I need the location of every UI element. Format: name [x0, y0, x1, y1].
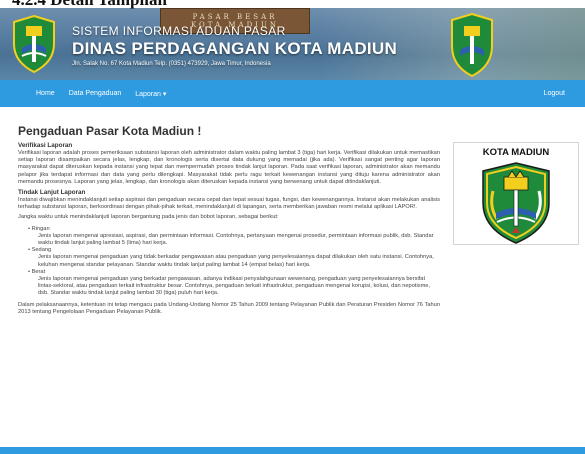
agency-title: DINAS PERDAGANGAN KOTA MADIUN [72, 39, 398, 58]
city-emblem-card: KOTA MADIUN [453, 142, 579, 245]
level-description: Jenis laporan mengenai pengaduan yang be… [38, 276, 431, 297]
level-name: Sedang [28, 247, 440, 254]
nav-laporan-dropdown[interactable]: Laporan ▾ [128, 90, 173, 98]
level-name: Ringan [28, 226, 440, 233]
tindak-lanjut-heading: Tindak Lanjut Laporan [18, 189, 86, 197]
kota-madiun-emblem-icon [482, 162, 550, 244]
list-item: Sedang Jenis laporan mengenai pengaduan … [28, 247, 440, 269]
document-heading-fragment: 4.2.4 Detail Tampilan [0, 0, 585, 9]
level-name: Berat [28, 269, 440, 276]
verifikasi-paragraph: Verifikasi laporan adalah proses pemerik… [18, 150, 440, 185]
nav-laporan-label: Laporan [135, 90, 161, 98]
tindak-lanjut-paragraph: Instansi diwajibkan menindaklanjuti seti… [18, 197, 440, 211]
main-navbar: Home Data Pengaduan Laporan ▾ Logout [0, 80, 585, 107]
chevron-down-icon: ▾ [162, 90, 167, 98]
header-banner: PASAR BESAR KOTA MADIUN SISTEM INFORMASI… [0, 8, 585, 80]
city-emblem-icon [451, 12, 493, 78]
footer-bar [0, 447, 585, 454]
list-item: Berat Jenis laporan mengenai pengaduan y… [28, 269, 440, 298]
city-name-label: KOTA MADIUN [482, 147, 550, 158]
level-description: Jenis laporan mengenai pengaduan yang ti… [38, 254, 434, 268]
report-level-list: Ringan Jenis laporan mengenai apresiasi,… [28, 226, 440, 298]
nav-home[interactable]: Home [0, 90, 62, 97]
closing-paragraph: Dalam pelaksanaannya, ketentuan ini teta… [18, 301, 440, 315]
verifikasi-heading: Verifikasi Laporan [18, 142, 73, 149]
system-title: SISTEM INFORMASI ADUAN PASAR [72, 24, 286, 38]
nav-data-pengaduan[interactable]: Data Pengaduan [62, 90, 129, 97]
list-item: Ringan Jenis laporan mengenai apresiasi,… [28, 226, 440, 248]
agency-address: Jln. Salak No. 67 Kota Madiun Telp. (035… [72, 61, 271, 67]
level-description: Jenis laporan mengenai apresiasi, aspira… [38, 232, 434, 247]
city-emblem-icon [13, 14, 55, 74]
jangka-waktu-paragraph: Jangka waktu untuk menindaklanjuti lapor… [18, 214, 279, 221]
logout-link[interactable]: Logout [537, 90, 585, 97]
page-title: Pengaduan Pasar Kota Madiun ! [18, 124, 202, 138]
banner-title-block: SISTEM INFORMASI ADUAN PASAR DINAS PERDA… [72, 25, 397, 68]
market-sign-text-1: PASAR BESAR [192, 13, 278, 21]
main-content: Pengaduan Pasar Kota Madiun ! Verifikasi… [18, 124, 440, 316]
